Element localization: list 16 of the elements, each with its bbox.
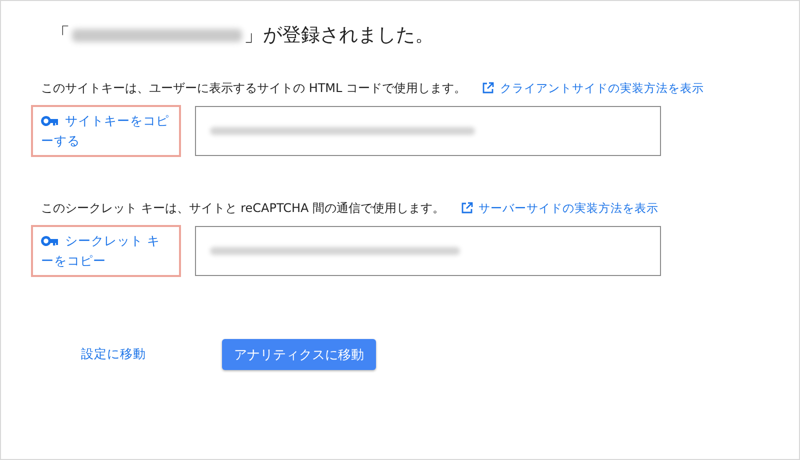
settings-link[interactable]: 設定に移動 <box>81 346 146 363</box>
title-text: 「 <box>51 23 70 48</box>
key-icon <box>41 116 59 126</box>
key-field[interactable] <box>195 106 661 156</box>
external-link[interactable]: サーバーサイドの実装方法を表示 <box>460 200 659 216</box>
key-icon <box>41 236 59 246</box>
key-field[interactable] <box>195 226 661 276</box>
external-link-icon <box>482 82 494 94</box>
description-text: このシークレット キーは、サイトと reCAPTCHA 間の通信で使用します。 <box>41 200 445 216</box>
copy-key-button[interactable]: サイトキーをコピーする <box>31 105 181 157</box>
external-link-icon <box>460 202 473 214</box>
copy-key-button[interactable]: シークレット キーをコピー <box>31 225 181 277</box>
title-text: 」が登録されました。 <box>244 23 434 48</box>
description-text: このサイトキーは、ユーザーに表示するサイトの HTML コードで使用します。 <box>41 80 466 96</box>
external-link[interactable]: クライアントサイドの実装方法を表示 <box>482 80 704 96</box>
analytics-button[interactable]: アナリティクスに移動 <box>222 339 376 370</box>
